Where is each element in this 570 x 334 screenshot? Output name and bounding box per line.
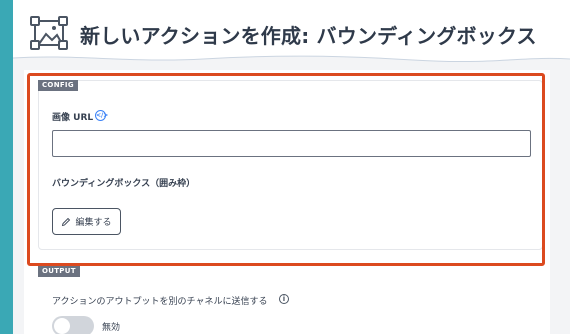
image-url-label: 画像 URL (52, 113, 94, 123)
image-url-input[interactable] (52, 130, 531, 157)
bounding-box-label: バウンディングボックス（囲み枠） (52, 179, 196, 189)
edit-bounding-box-button[interactable]: 編集する (52, 208, 121, 235)
config-section-tag: CONFIG (38, 80, 78, 91)
send-output-toggle[interactable] (52, 316, 94, 334)
toggle-knob (54, 318, 70, 334)
pencil-icon (62, 217, 71, 226)
send-output-label: アクションのアウトプットを別のチャネルに送信する (52, 297, 268, 307)
output-section-tag: OUTPUT (38, 266, 80, 277)
page-title: 新しいアクションを作成: バウンディングボックス (80, 24, 537, 48)
bounding-box-logo-icon (30, 16, 68, 50)
edit-button-label: 編集する (75, 218, 112, 228)
left-accent-bar (0, 0, 13, 334)
toggle-state-label: 無効 (102, 323, 121, 333)
code-info-icon[interactable]: </> (95, 110, 108, 121)
info-icon[interactable]: i (279, 294, 289, 304)
header-wave-divider (13, 55, 570, 68)
